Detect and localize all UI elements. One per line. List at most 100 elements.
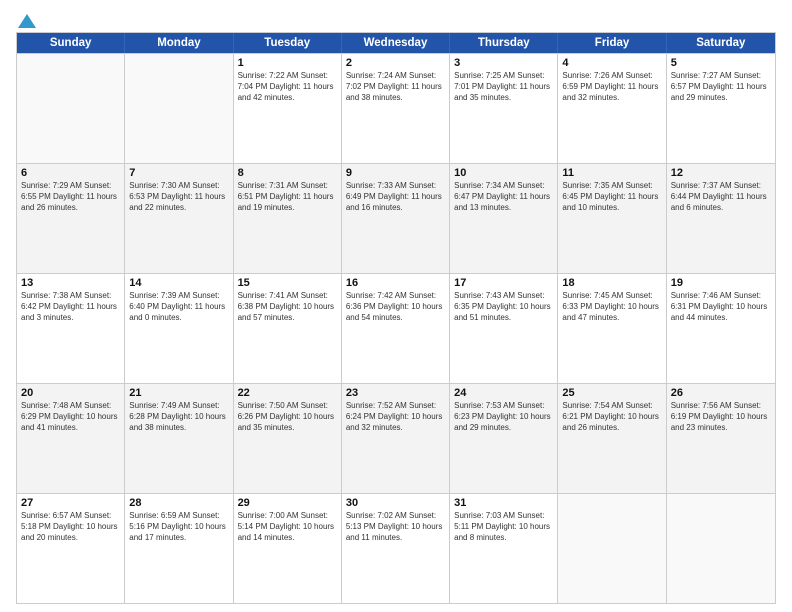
day-info: Sunrise: 7:54 AM Sunset: 6:21 PM Dayligh… [562, 401, 661, 433]
logo [16, 12, 36, 26]
cal-cell: 25Sunrise: 7:54 AM Sunset: 6:21 PM Dayli… [558, 384, 666, 493]
day-info: Sunrise: 7:03 AM Sunset: 5:11 PM Dayligh… [454, 511, 553, 543]
cal-cell: 21Sunrise: 7:49 AM Sunset: 6:28 PM Dayli… [125, 384, 233, 493]
header-day-monday: Monday [125, 33, 233, 53]
cal-cell: 19 Sunrise: 7:46 AM Sunset: 6:31 PM Dayli… [667, 274, 775, 383]
header-day-friday: Friday [558, 33, 666, 53]
day-info: Sunrise: 7:52 AM Sunset: 6:24 PM Dayligh… [346, 401, 445, 433]
cal-cell: 13 Sunrise: 7:38 AM Sunset: 6:42 PM Dayli… [17, 274, 125, 383]
day-number: 19 [671, 277, 771, 289]
day-number: 28 [129, 497, 228, 509]
day-number: 23 [346, 387, 445, 399]
day-info: Sunrise: 7:42 AM Sunset: 6:36 PM Dayligh… [346, 291, 445, 323]
day-number: 4 [562, 57, 661, 69]
cal-cell: 20 Sunrise: 7:48 AM Sunset: 6:29 PM Dayli… [17, 384, 125, 493]
cal-cell: 28 Sunrise: 6:59 AM Sunset: 5:16 PM Dayli… [125, 494, 233, 603]
day-number: 21 [129, 387, 228, 399]
day-number: 7 [129, 167, 228, 179]
cal-cell: 3 Sunrise: 7:25 AM Sunset: 7:01 PM Daylig… [450, 54, 558, 163]
day-number: 11 [562, 167, 661, 179]
day-info: Sunrise: 7:39 AM Sunset: 6:40 PM Dayligh… [129, 291, 228, 323]
cal-cell: 10Sunrise: 7:34 AM Sunset: 6:47 PM Dayli… [450, 164, 558, 273]
day-info: Sunrise: 7:29 AM Sunset: 6:55 PM Dayligh… [21, 181, 120, 213]
cal-cell: 14 Sunrise: 7:39 AM Sunset: 6:40 PM Dayli… [125, 274, 233, 383]
day-info: Sunrise: 7:48 AM Sunset: 6:29 PM Dayligh… [21, 401, 120, 433]
day-info: Sunrise: 6:59 AM Sunset: 5:16 PM Dayligh… [129, 511, 228, 543]
cal-cell: 6Sunrise: 7:29 AM Sunset: 6:55 PM Daylig… [17, 164, 125, 273]
header-day-saturday: Saturday [667, 33, 775, 53]
cal-cell [17, 54, 125, 163]
day-number: 3 [454, 57, 553, 69]
day-info: Sunrise: 7:27 AM Sunset: 6:57 PM Dayligh… [671, 71, 771, 103]
day-info: Sunrise: 7:26 AM Sunset: 6:59 PM Dayligh… [562, 71, 661, 103]
day-info: Sunrise: 7:43 AM Sunset: 6:35 PM Dayligh… [454, 291, 553, 323]
week-row-3: 13 Sunrise: 7:38 AM Sunset: 6:42 PM Dayli… [17, 273, 775, 383]
cal-cell: 16Sunrise: 7:42 AM Sunset: 6:36 PM Dayli… [342, 274, 450, 383]
header-day-wednesday: Wednesday [342, 33, 450, 53]
header-day-thursday: Thursday [450, 33, 558, 53]
day-info: Sunrise: 7:30 AM Sunset: 6:53 PM Dayligh… [129, 181, 228, 213]
cal-cell: 17 Sunrise: 7:43 AM Sunset: 6:35 PM Dayli… [450, 274, 558, 383]
day-number: 12 [671, 167, 771, 179]
cal-cell: 7 Sunrise: 7:30 AM Sunset: 6:53 PM Daylig… [125, 164, 233, 273]
day-number: 13 [21, 277, 120, 289]
day-number: 17 [454, 277, 553, 289]
day-number: 8 [238, 167, 337, 179]
day-number: 2 [346, 57, 445, 69]
day-number: 14 [129, 277, 228, 289]
header [16, 12, 776, 26]
week-row-1: 1 Sunrise: 7:22 AM Sunset: 7:04 PM Daylig… [17, 53, 775, 163]
day-info: Sunrise: 7:02 AM Sunset: 5:13 PM Dayligh… [346, 511, 445, 543]
cal-cell: 2 Sunrise: 7:24 AM Sunset: 7:02 PM Daylig… [342, 54, 450, 163]
day-info: Sunrise: 7:34 AM Sunset: 6:47 PM Dayligh… [454, 181, 553, 213]
day-number: 29 [238, 497, 337, 509]
cal-cell [125, 54, 233, 163]
cal-cell: 29 Sunrise: 7:00 AM Sunset: 5:14 PM Dayli… [234, 494, 342, 603]
day-info: Sunrise: 7:22 AM Sunset: 7:04 PM Dayligh… [238, 71, 337, 103]
day-number: 30 [346, 497, 445, 509]
day-info: Sunrise: 7:45 AM Sunset: 6:33 PM Dayligh… [562, 291, 661, 323]
cal-cell: 22 Sunrise: 7:50 AM Sunset: 6:26 PM Dayli… [234, 384, 342, 493]
day-number: 22 [238, 387, 337, 399]
day-number: 20 [21, 387, 120, 399]
day-info: Sunrise: 7:46 AM Sunset: 6:31 PM Dayligh… [671, 291, 771, 323]
day-number: 18 [562, 277, 661, 289]
calendar-header: SundayMondayTuesdayWednesdayThursdayFrid… [17, 33, 775, 53]
page: SundayMondayTuesdayWednesdayThursdayFrid… [0, 0, 792, 612]
day-info: Sunrise: 7:50 AM Sunset: 6:26 PM Dayligh… [238, 401, 337, 433]
header-day-tuesday: Tuesday [234, 33, 342, 53]
cal-cell: 18 Sunrise: 7:45 AM Sunset: 6:33 PM Dayli… [558, 274, 666, 383]
day-number: 27 [21, 497, 120, 509]
cal-cell: 23 Sunrise: 7:52 AM Sunset: 6:24 PM Dayli… [342, 384, 450, 493]
cal-cell: 5 Sunrise: 7:27 AM Sunset: 6:57 PM Daylig… [667, 54, 775, 163]
cal-cell: 1 Sunrise: 7:22 AM Sunset: 7:04 PM Daylig… [234, 54, 342, 163]
day-number: 1 [238, 57, 337, 69]
week-row-4: 20 Sunrise: 7:48 AM Sunset: 6:29 PM Dayli… [17, 383, 775, 493]
day-info: Sunrise: 7:00 AM Sunset: 5:14 PM Dayligh… [238, 511, 337, 543]
cal-cell [558, 494, 666, 603]
day-info: Sunrise: 7:37 AM Sunset: 6:44 PM Dayligh… [671, 181, 771, 213]
day-number: 26 [671, 387, 771, 399]
cal-cell: 24Sunrise: 7:53 AM Sunset: 6:23 PM Dayli… [450, 384, 558, 493]
day-info: Sunrise: 7:24 AM Sunset: 7:02 PM Dayligh… [346, 71, 445, 103]
day-number: 15 [238, 277, 337, 289]
cal-cell: 30 Sunrise: 7:02 AM Sunset: 5:13 PM Dayli… [342, 494, 450, 603]
cal-cell: 8 Sunrise: 7:31 AM Sunset: 6:51 PM Daylig… [234, 164, 342, 273]
day-info: Sunrise: 6:57 AM Sunset: 5:18 PM Dayligh… [21, 511, 120, 543]
cal-cell: 11Sunrise: 7:35 AM Sunset: 6:45 PM Dayli… [558, 164, 666, 273]
week-row-2: 6Sunrise: 7:29 AM Sunset: 6:55 PM Daylig… [17, 163, 775, 273]
day-number: 5 [671, 57, 771, 69]
day-info: Sunrise: 7:38 AM Sunset: 6:42 PM Dayligh… [21, 291, 120, 323]
day-info: Sunrise: 7:53 AM Sunset: 6:23 PM Dayligh… [454, 401, 553, 433]
day-number: 31 [454, 497, 553, 509]
cal-cell: 27 Sunrise: 6:57 AM Sunset: 5:18 PM Dayli… [17, 494, 125, 603]
week-row-5: 27 Sunrise: 6:57 AM Sunset: 5:18 PM Dayli… [17, 493, 775, 603]
day-info: Sunrise: 7:25 AM Sunset: 7:01 PM Dayligh… [454, 71, 553, 103]
cal-cell: 12 Sunrise: 7:37 AM Sunset: 6:44 PM Dayli… [667, 164, 775, 273]
cal-cell: 15Sunrise: 7:41 AM Sunset: 6:38 PM Dayli… [234, 274, 342, 383]
cal-cell [667, 494, 775, 603]
cal-cell: 31 Sunrise: 7:03 AM Sunset: 5:11 PM Dayli… [450, 494, 558, 603]
day-info: Sunrise: 7:31 AM Sunset: 6:51 PM Dayligh… [238, 181, 337, 213]
day-info: Sunrise: 7:56 AM Sunset: 6:19 PM Dayligh… [671, 401, 771, 433]
cal-cell: 4 Sunrise: 7:26 AM Sunset: 6:59 PM Daylig… [558, 54, 666, 163]
